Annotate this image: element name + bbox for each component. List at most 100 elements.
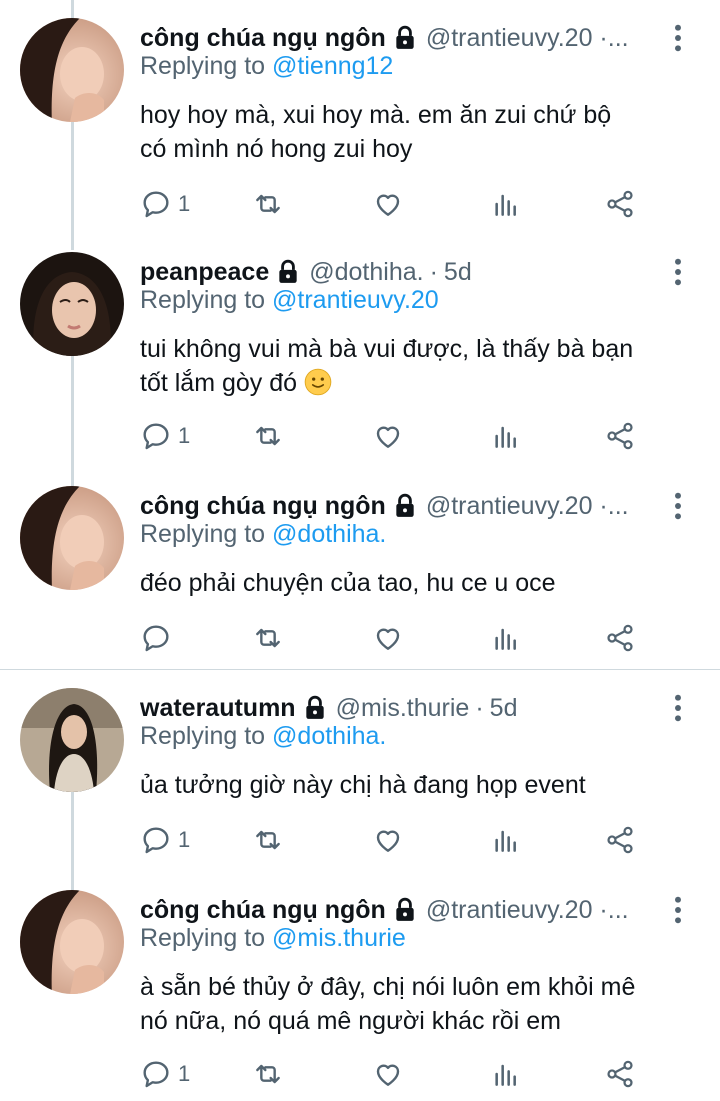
views-button[interactable] (490, 1054, 522, 1094)
tweet[interactable]: công chúa ngụ ngôn @trantieuvy.20 ·... R… (0, 18, 720, 238)
like-button[interactable] (372, 1054, 404, 1094)
retweet-icon (256, 426, 280, 446)
share-button[interactable] (604, 416, 636, 456)
lock-icon (275, 259, 301, 285)
retweet-button[interactable] (252, 618, 284, 658)
views-icon (495, 1064, 516, 1086)
tweet-text-line: ủa tưởng giờ này chị hà đang họp event (140, 771, 586, 799)
views-button[interactable] (490, 618, 522, 658)
author-name[interactable]: waterautumn (140, 694, 296, 723)
share-button[interactable] (604, 184, 636, 224)
replying-to: Replying to @dothiha. (140, 722, 386, 751)
mention-link[interactable]: @trantieuvy.20 (272, 286, 439, 314)
tweet-text-line: nó nữa, nó quá mê người khác rồi em (140, 1007, 561, 1035)
share-button[interactable] (604, 820, 636, 860)
like-button[interactable] (372, 416, 404, 456)
tweet-text-line: tui không vui mà bà vui được, là thấy bà… (140, 335, 634, 363)
author-handle[interactable]: @mis.thurie (336, 694, 470, 723)
mention-link[interactable]: @mis.thurie (272, 924, 406, 952)
replying-to-label: Replying to (140, 52, 266, 80)
share-icon (607, 826, 633, 854)
replying-to-label: Replying to (140, 924, 266, 952)
retweet-icon (256, 628, 280, 648)
avatar[interactable] (20, 688, 124, 792)
tweet-text: tui không vui mà bà vui được, là thấy bà… (140, 332, 680, 400)
author-handle[interactable]: @trantieuvy.20 ·... (426, 896, 629, 925)
share-button[interactable] (604, 1054, 636, 1094)
more-vertical-icon[interactable] (664, 692, 692, 724)
avatar[interactable] (20, 18, 124, 122)
like-button[interactable] (372, 184, 404, 224)
author-handle[interactable]: @trantieuvy.20 ·... (426, 492, 629, 521)
reply-button[interactable] (140, 618, 172, 658)
mention-link[interactable]: @dothiha. (272, 722, 386, 750)
author-handle[interactable]: @dothiha. (309, 258, 423, 287)
timestamp[interactable]: 5d (444, 258, 472, 287)
share-icon (607, 624, 633, 652)
tweet-text: đéo phải chuyện của tao, hu ce u oce (140, 566, 680, 600)
heart-icon (376, 830, 400, 852)
tweet[interactable]: waterautumn @mis.thurie · 5d Replying to… (0, 688, 720, 868)
lock-icon (302, 695, 328, 721)
views-icon (495, 194, 516, 216)
action-bar (140, 618, 660, 658)
reply-icon (143, 625, 169, 652)
avatar[interactable] (20, 890, 124, 994)
replying-to-label: Replying to (140, 722, 266, 750)
author-handle[interactable]: @trantieuvy.20 ·... (426, 24, 629, 53)
reply-button[interactable]: 1 (140, 820, 190, 860)
more-vertical-icon[interactable] (664, 256, 692, 288)
like-button[interactable] (372, 820, 404, 860)
views-icon (495, 628, 516, 650)
views-icon (495, 830, 516, 852)
reply-count: 1 (178, 1061, 191, 1086)
reply-icon (143, 423, 169, 450)
retweet-button[interactable] (252, 1054, 284, 1094)
retweet-icon (256, 1064, 280, 1084)
timestamp[interactable]: 5d (490, 694, 518, 723)
thread-line (71, 0, 74, 18)
reply-button[interactable]: 1 (140, 184, 190, 224)
author-name[interactable]: công chúa ngụ ngôn (140, 492, 386, 521)
reply-count: 1 (178, 423, 191, 448)
heart-icon (376, 628, 400, 650)
reply-count: 1 (178, 191, 191, 216)
more-vertical-icon[interactable] (664, 490, 692, 522)
views-button[interactable] (490, 820, 522, 860)
author-name[interactable]: peanpeace (140, 258, 269, 287)
reply-icon (143, 1061, 169, 1088)
replying-to: Replying to @dothiha. (140, 520, 386, 549)
like-button[interactable] (372, 618, 404, 658)
share-icon (607, 422, 633, 450)
tweet[interactable]: công chúa ngụ ngôn @trantieuvy.20 ·... R… (0, 890, 720, 1100)
views-icon (495, 426, 516, 448)
reply-button[interactable]: 1 (140, 1054, 190, 1094)
action-bar: 1 (140, 184, 660, 224)
lock-icon (392, 25, 418, 51)
author-name[interactable]: công chúa ngụ ngôn (140, 896, 386, 925)
replying-to-label: Replying to (140, 520, 266, 548)
more-vertical-icon[interactable] (664, 894, 692, 926)
retweet-icon (256, 830, 280, 850)
replying-to: Replying to @mis.thurie (140, 924, 406, 953)
avatar[interactable] (20, 252, 124, 356)
mention-link[interactable]: @dothiha. (272, 520, 386, 548)
views-button[interactable] (490, 184, 522, 224)
tweet[interactable]: peanpeace @dothiha. · 5d Replying to @tr… (0, 252, 720, 472)
retweet-button[interactable] (252, 416, 284, 456)
mention-link[interactable]: @tienng12 (272, 52, 393, 80)
retweet-button[interactable] (252, 184, 284, 224)
heart-icon (376, 194, 400, 216)
avatar[interactable] (20, 486, 124, 590)
action-bar: 1 (140, 820, 660, 860)
tweet[interactable]: công chúa ngụ ngôn @trantieuvy.20 ·... R… (0, 486, 720, 666)
retweet-button[interactable] (252, 820, 284, 860)
more-vertical-icon[interactable] (664, 22, 692, 54)
reply-count: 1 (178, 827, 191, 852)
action-bar: 1 (140, 1054, 660, 1094)
reply-button[interactable]: 1 (140, 416, 190, 456)
author-name[interactable]: công chúa ngụ ngôn (140, 24, 386, 53)
views-button[interactable] (490, 416, 522, 456)
share-button[interactable] (604, 618, 636, 658)
heart-icon (376, 1064, 400, 1086)
